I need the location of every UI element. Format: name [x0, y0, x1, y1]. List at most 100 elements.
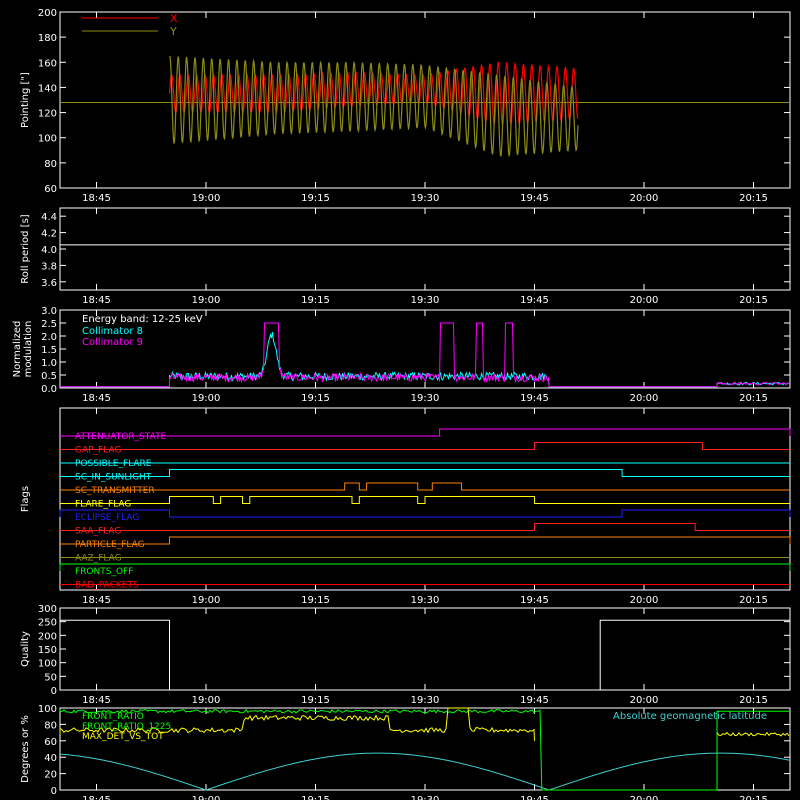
flag-label: ECLIPSE_FLAG	[75, 513, 139, 523]
x-tick-label: 18:45	[82, 193, 111, 204]
y-tick-label: 60	[44, 737, 57, 748]
panel-2: 18:45 19:00 19:15 19:30 19:45 20:00 20:15 3.6 3.…	[20, 207, 791, 306]
y-tick-label: 3.6	[41, 278, 57, 289]
y-tick-label: 2.5	[41, 319, 57, 330]
flags-series: ATTENUATOR_STATE GAP_FLAG POSSIBLE_FLARE SC…	[59, 428, 791, 591]
flag-trace	[60, 482, 790, 491]
y-tick-label: 4.2	[41, 229, 57, 240]
y-tick-label: 3.8	[41, 261, 57, 272]
flag-label: SAA_FLAG	[75, 527, 121, 537]
y-tick-label: 2.0	[41, 332, 57, 343]
x-tick-label: 18:45	[82, 595, 111, 606]
x-tick-label: 20:00	[630, 193, 659, 204]
x-tick-label: 18:45	[82, 393, 111, 404]
flag-trace	[60, 469, 790, 477]
y-tick-label: 180	[38, 33, 57, 44]
x-tick-label: 19:45	[520, 295, 549, 306]
x-tick-label: 20:00	[630, 595, 659, 606]
x-tick-label: 19:30	[411, 795, 440, 800]
flag-label: SC_TRANSMITTER	[75, 486, 155, 496]
x-tick-label: 19:30	[411, 595, 440, 606]
modulation-series: Energy band: 12-25 keVCollimator 8Collim…	[60, 314, 790, 388]
flag-label: FRONTS_OFF	[75, 567, 133, 577]
x-tick-label: 20:15	[739, 695, 768, 706]
pointing-series: XY	[60, 12, 790, 158]
y-tick-label: 200	[38, 631, 57, 642]
flag-label: SC_IN_SUNLIGHT	[75, 473, 152, 483]
y-axis-label: Roll period [s]	[20, 214, 31, 283]
x-tick-label: 19:00	[192, 393, 221, 404]
x-tick-label: 19:45	[520, 393, 549, 404]
x-tick-label: 19:45	[520, 695, 549, 706]
flag-trace	[60, 523, 790, 531]
panel-1: 18:45 19:00 19:15 19:30 19:45 20:00 20:15 60 80 1…	[20, 8, 791, 204]
x-tick-label: 20:15	[739, 295, 768, 306]
legend-label: FRONT_RATIO_1225	[82, 722, 171, 732]
flag-label: FLARE_FLAG	[75, 500, 131, 510]
x-tick-label: 19:00	[192, 795, 221, 800]
x-tick-label: 19:15	[301, 295, 330, 306]
y-tick-label: 50	[44, 672, 57, 683]
flag-trace	[60, 536, 791, 545]
y-tick-label: 60	[44, 184, 57, 195]
x-tick-label: 20:15	[739, 795, 768, 800]
y-tick-label: 0	[51, 686, 57, 697]
x-tick-label: 18:45	[82, 795, 111, 800]
x-tick-label: 19:30	[411, 193, 440, 204]
y-tick-label: 250	[38, 618, 57, 629]
x-tick-label: 19:30	[411, 695, 440, 706]
flag-label: AAZ_FLAG	[75, 554, 122, 564]
x-tick-label: 18:45	[82, 695, 111, 706]
y-tick-label: 80	[44, 159, 57, 170]
x-tick-label: 19:45	[520, 193, 549, 204]
x-tick-label: 19:15	[301, 595, 330, 606]
x-tick-label: 19:15	[301, 695, 330, 706]
y-tick-label: 1.0	[41, 358, 57, 369]
x-tick-label: 19:00	[192, 595, 221, 606]
x-tick-label: 19:15	[301, 393, 330, 404]
x-tick-label: 19:30	[411, 295, 440, 306]
energy-band-annotation: Energy band: 12-25 keV	[82, 314, 203, 325]
legend-label: Y	[169, 25, 177, 38]
x-tick-label: 19:45	[520, 595, 549, 606]
panel-frame	[59, 11, 791, 189]
x-tick-label: 19:00	[192, 295, 221, 306]
series-line-collimator-9	[60, 322, 790, 388]
y-tick-label: 40	[44, 753, 57, 764]
flight-monitor-chart: 18:45 19:00 19:15 19:30 19:45 20:00 20:15 60 80 1…	[12, 8, 791, 800]
y-tick-label: 1.5	[41, 345, 57, 356]
panel-5: 18:45 19:00 19:15 19:30 19:45 20:00 20:15 0 50 10…	[20, 604, 791, 706]
x-tick-label: 19:00	[192, 695, 221, 706]
y-tick-label: 3.0	[41, 306, 57, 317]
y-tick-label: 100	[38, 704, 57, 715]
y-tick-label: 100	[38, 134, 57, 145]
x-tick-label: 19:45	[520, 795, 549, 800]
series-line-y	[168, 56, 579, 158]
x-tick-label: 20:15	[739, 393, 768, 404]
x-tick-label: 19:15	[301, 193, 330, 204]
degrees-series: FRONT_RATIOFRONT_RATIO_1225MAX_DET_VS_TO…	[59, 707, 791, 791]
legend-label: MAX_DET_VS_TOT	[82, 732, 164, 742]
x-tick-label: 20:00	[630, 295, 659, 306]
y-tick-label: 0	[51, 786, 57, 797]
flag-label: PARTICLE_FLAG	[75, 540, 145, 550]
flag-label: BAD_PACKETS	[75, 581, 139, 591]
flag-trace	[59, 509, 791, 518]
y-axis-label: Pointing ["]	[20, 72, 31, 128]
y-tick-label: 80	[44, 720, 57, 731]
y-tick-label: 4.4	[41, 212, 57, 223]
y-tick-label: 100	[38, 659, 57, 670]
legend-label: X	[170, 12, 178, 25]
y-axis-label: Quality	[20, 631, 31, 667]
x-tick-label: 18:45	[82, 295, 111, 306]
legend-label: Collimator 9	[82, 337, 143, 348]
y-tick-label: 0.0	[41, 384, 57, 395]
x-tick-label: 19:30	[411, 393, 440, 404]
x-tick-label: 20:00	[630, 393, 659, 404]
y-axis-label: Flags	[20, 486, 31, 512]
y-tick-label: 150	[38, 645, 57, 656]
flag-trace	[60, 428, 791, 437]
x-tick-label: 19:15	[301, 795, 330, 800]
flag-label: POSSIBLE_FLARE	[75, 459, 152, 469]
flag-label: GAP_FLAG	[75, 446, 121, 456]
